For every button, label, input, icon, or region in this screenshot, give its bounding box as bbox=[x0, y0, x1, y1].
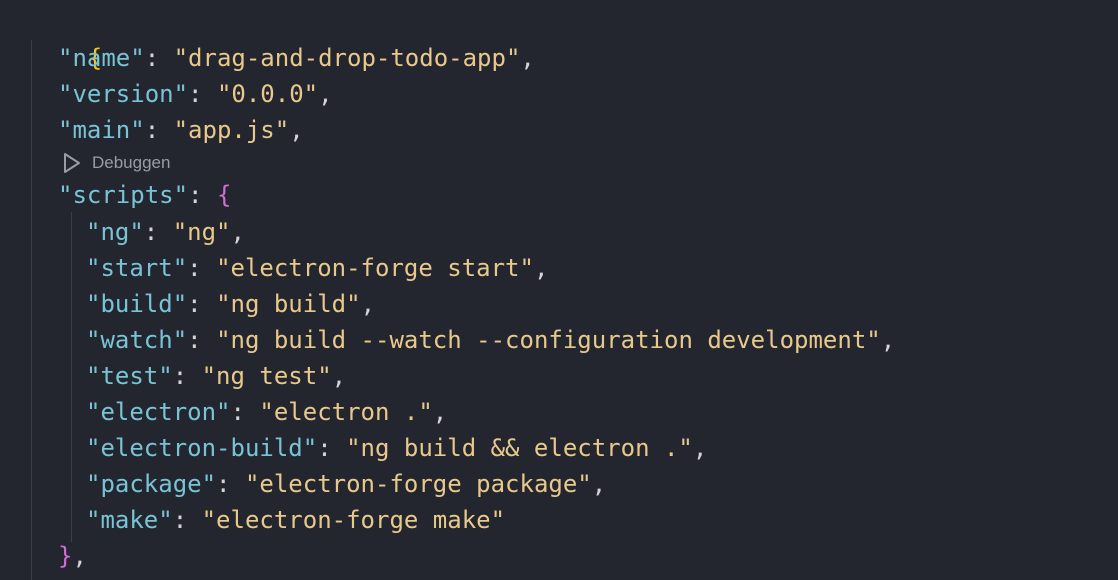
json-comma: , bbox=[692, 434, 708, 462]
json-separator: : bbox=[230, 398, 260, 426]
json-separator: : bbox=[188, 181, 217, 209]
debug-codelens-label: Debuggen bbox=[92, 153, 171, 172]
code-line-version: "version": "0.0.0", bbox=[58, 76, 333, 112]
json-key: "main" bbox=[58, 116, 145, 144]
code-editor[interactable]: { "name": "drag-and-drop-todo-app", "ver… bbox=[0, 0, 1118, 580]
json-comma: , bbox=[880, 326, 896, 354]
json-comma: , bbox=[360, 290, 376, 318]
json-separator: : bbox=[144, 44, 174, 72]
code-line-scripts: "scripts": { bbox=[58, 177, 231, 213]
json-separator: : bbox=[144, 116, 174, 144]
json-key: "watch" bbox=[86, 326, 188, 354]
json-comma: , bbox=[591, 470, 607, 498]
code-line-script-entry: "watch": "ng build --watch --configurati… bbox=[86, 322, 895, 358]
json-separator: : bbox=[216, 470, 245, 498]
code-line-script-entry: "ng": "ng", bbox=[86, 214, 245, 250]
json-value: "electron-forge package" bbox=[244, 470, 592, 498]
json-comma: , bbox=[230, 218, 245, 246]
code-line-script-entry: "package": "electron-forge package", bbox=[86, 466, 606, 502]
json-key: "electron-build" bbox=[86, 434, 318, 462]
json-value: "ng test" bbox=[201, 362, 332, 390]
json-comma: , bbox=[72, 542, 87, 570]
json-comma: , bbox=[318, 80, 333, 108]
json-value: "drag-and-drop-todo-app" bbox=[173, 44, 521, 72]
json-value: "0.0.0" bbox=[216, 80, 319, 108]
json-key: "start" bbox=[86, 254, 188, 282]
json-separator: : bbox=[143, 218, 173, 246]
json-key: "scripts" bbox=[58, 181, 189, 209]
json-separator: : bbox=[187, 290, 217, 318]
debug-codelens[interactable]: Debuggen bbox=[62, 150, 170, 176]
json-comma: , bbox=[331, 362, 347, 390]
json-value: "electron-forge start" bbox=[216, 254, 534, 282]
json-value: "electron-forge make" bbox=[201, 506, 506, 534]
json-separator: : bbox=[172, 362, 202, 390]
json-key: "electron" bbox=[86, 398, 231, 426]
code-line-scripts-close: }, bbox=[58, 538, 87, 574]
json-key: "ng" bbox=[86, 218, 144, 246]
json-value: "ng build && electron ." bbox=[346, 434, 693, 462]
json-separator: : bbox=[172, 506, 202, 534]
code-line-script-entry: "start": "electron-forge start", bbox=[86, 250, 548, 286]
json-separator: : bbox=[317, 434, 347, 462]
code-line-main: "main": "app.js", bbox=[58, 112, 304, 148]
json-value: "app.js" bbox=[173, 116, 290, 144]
json-key: "build" bbox=[86, 290, 188, 318]
play-icon bbox=[64, 153, 80, 173]
scripts-close-brace: } bbox=[58, 542, 73, 570]
code-line-script-entry: "electron-build": "ng build && electron … bbox=[86, 430, 707, 466]
json-key: "version" bbox=[58, 80, 189, 108]
json-comma: , bbox=[520, 44, 535, 72]
indent-guide bbox=[31, 40, 32, 580]
code-line: { bbox=[30, 4, 102, 72]
code-line-script-entry: "build": "ng build", bbox=[86, 286, 375, 322]
code-line-script-entry: "electron": "electron .", bbox=[86, 394, 447, 430]
json-key: "package" bbox=[86, 470, 217, 498]
json-value: "ng" bbox=[172, 218, 231, 246]
json-comma: , bbox=[533, 254, 549, 282]
json-separator: : bbox=[187, 254, 217, 282]
scripts-open-brace: { bbox=[216, 181, 232, 209]
json-key: "make" bbox=[86, 506, 173, 534]
code-line-script-entry: "test": "ng test", bbox=[86, 358, 346, 394]
json-separator: : bbox=[188, 80, 217, 108]
json-key: "test" bbox=[86, 362, 173, 390]
json-separator: : bbox=[187, 326, 217, 354]
code-line-name: "name": "drag-and-drop-todo-app", bbox=[58, 40, 535, 76]
indent-guide bbox=[71, 212, 72, 542]
json-value: "ng build" bbox=[216, 290, 361, 318]
json-key: "name" bbox=[58, 44, 145, 72]
json-comma: , bbox=[289, 116, 304, 144]
json-value: "electron ." bbox=[259, 398, 433, 426]
code-line-script-entry: "make": "electron-forge make" bbox=[86, 502, 505, 538]
json-comma: , bbox=[432, 398, 448, 426]
json-value: "ng build --watch --configuration develo… bbox=[216, 326, 881, 354]
